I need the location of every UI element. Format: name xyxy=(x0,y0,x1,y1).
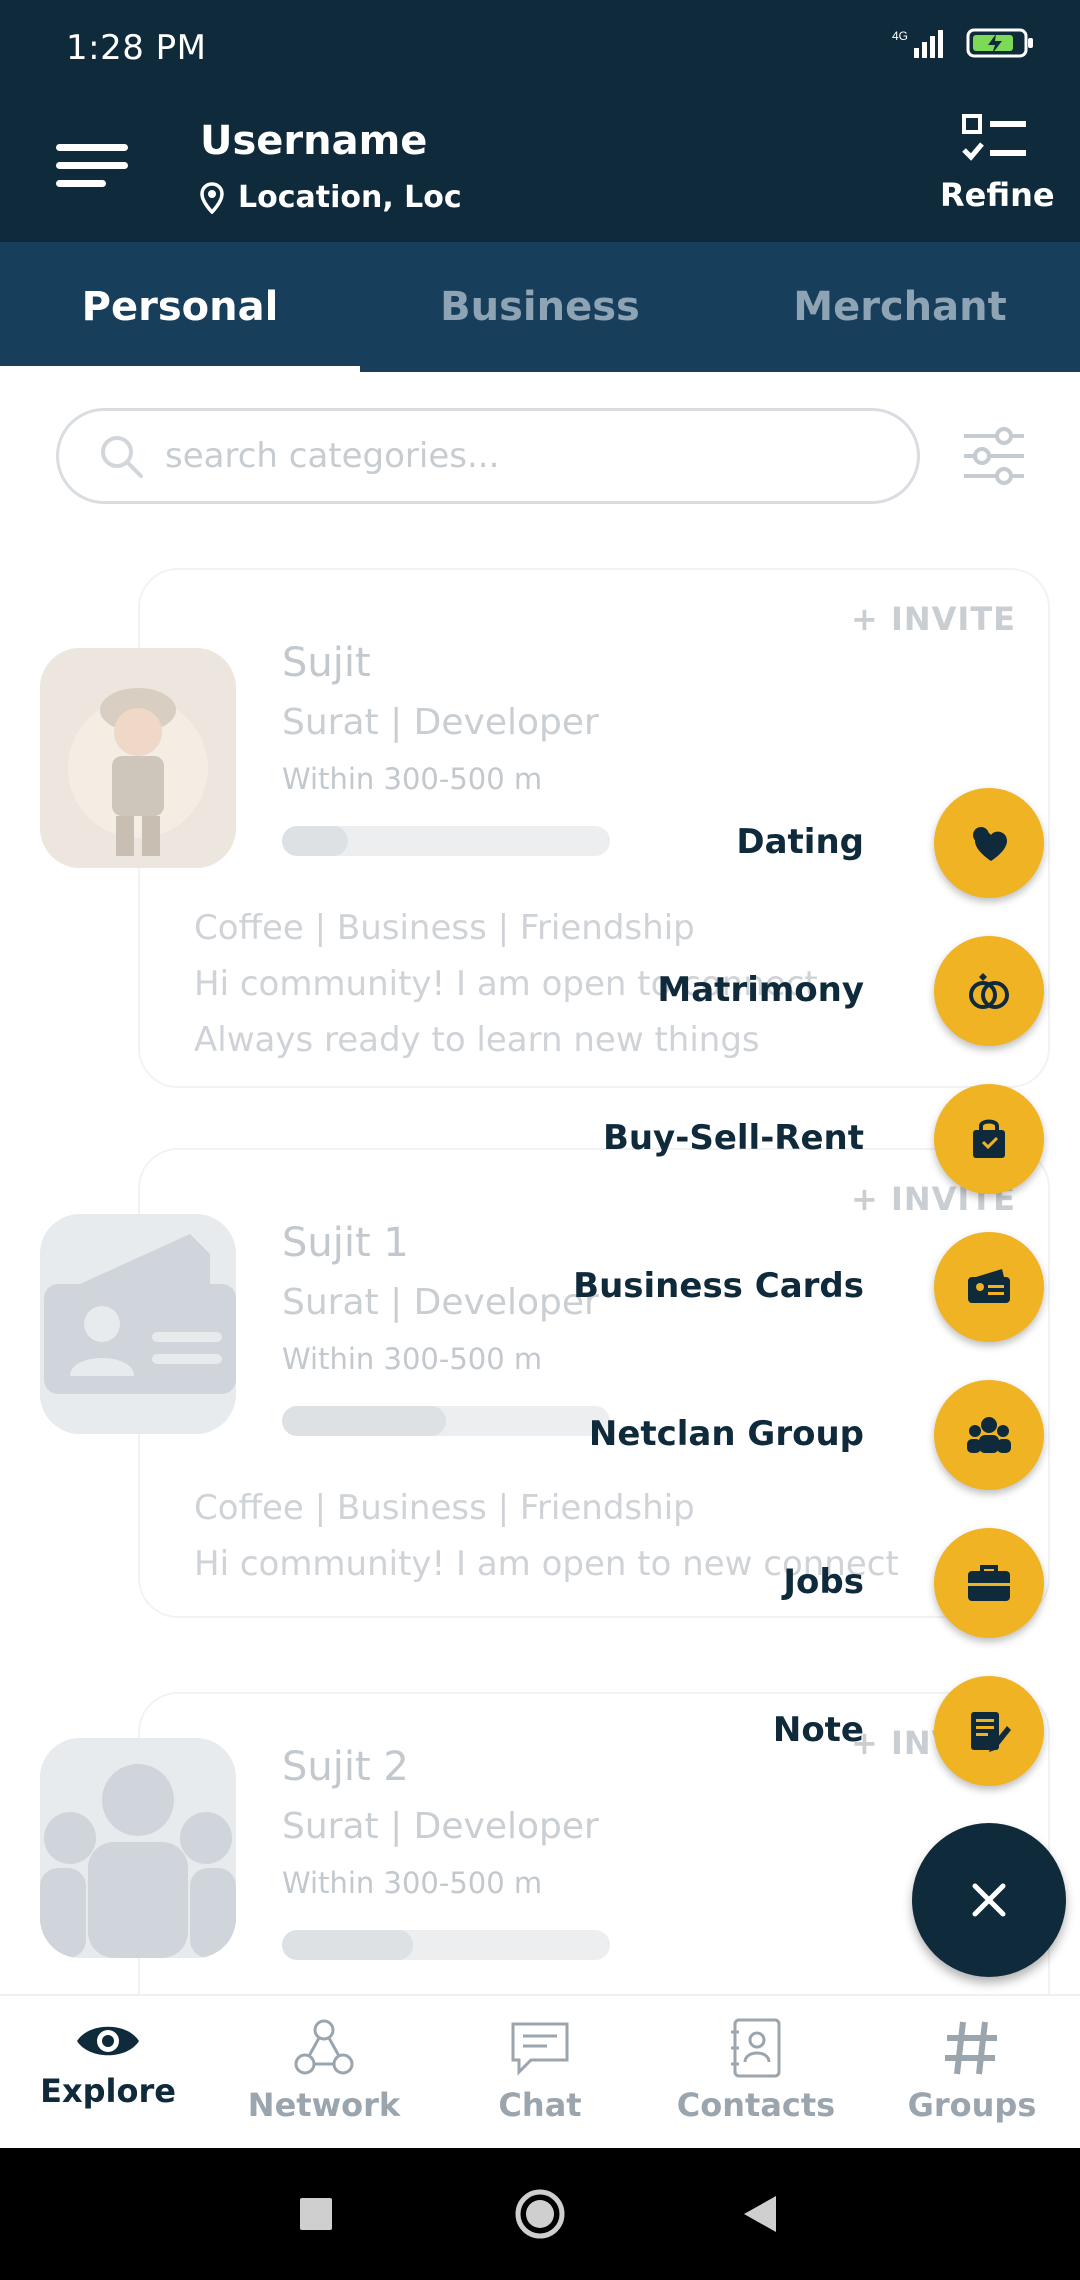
speed-dial-label-jobs[interactable]: Jobs xyxy=(783,1562,864,1602)
progress-bar xyxy=(282,826,610,856)
location-pin-icon xyxy=(200,181,224,214)
card-subtitle: Surat | Developer xyxy=(282,1282,599,1323)
card-subtitle: Surat | Developer xyxy=(282,702,599,743)
location: Location, Loc xyxy=(200,180,462,215)
recents-icon[interactable] xyxy=(296,2194,336,2234)
speed-dial-note[interactable] xyxy=(934,1676,1044,1786)
shopping-bag-icon xyxy=(973,1119,1005,1158)
nav-label: Network xyxy=(247,2086,401,2124)
status-icons: 4G xyxy=(892,26,1036,60)
speed-dial-matrimony[interactable] xyxy=(934,936,1044,1046)
avatar xyxy=(40,648,236,868)
close-speed-dial-button[interactable] xyxy=(912,1823,1066,1977)
checklist-icon xyxy=(962,114,1026,161)
business-card-icon xyxy=(968,1269,1010,1303)
hashtag-icon xyxy=(945,2021,997,2075)
card-distance: Within 300-500 m xyxy=(282,1866,543,1900)
sliders-icon xyxy=(964,427,1024,485)
card-bio-line: Always ready to learn new things xyxy=(194,1020,760,1060)
speed-dial-label-dating[interactable]: Dating xyxy=(736,822,864,862)
speed-dial-label-business-cards[interactable]: Business Cards xyxy=(573,1266,864,1306)
location-text: Location, Loc xyxy=(238,180,462,215)
nav-contacts[interactable]: Contacts xyxy=(648,1996,864,2148)
contacts-book-icon xyxy=(731,2018,781,2078)
battery-icon xyxy=(966,28,1033,58)
nav-network[interactable]: Network xyxy=(216,1996,432,2148)
nav-explore[interactable]: Explore xyxy=(0,1996,216,2148)
svg-text:4G: 4G xyxy=(892,29,908,43)
bottom-navigation: Explore Network Chat Contacts Groups xyxy=(0,1994,1080,2148)
card-name: Sujit 2 xyxy=(282,1744,409,1790)
back-icon[interactable] xyxy=(740,2192,780,2236)
card-name: Sujit xyxy=(282,640,371,686)
note-icon xyxy=(971,1712,1011,1752)
status-time: 1:28 PM xyxy=(66,28,207,68)
avatar xyxy=(40,1738,236,1958)
avatar xyxy=(40,1214,236,1434)
nav-label: Groups xyxy=(907,2086,1037,2124)
search-input[interactable]: search categories... xyxy=(56,408,920,504)
eye-icon xyxy=(77,2026,139,2056)
tab-business[interactable]: Business xyxy=(360,242,720,372)
group-placeholder-icon xyxy=(40,1738,236,1958)
business-card-placeholder-icon xyxy=(40,1214,236,1434)
group-icon xyxy=(967,1417,1011,1453)
rings-icon xyxy=(969,973,1009,1009)
card-interests: Coffee | Business | Friendship xyxy=(194,908,695,948)
speed-dial-label-note[interactable]: Note xyxy=(773,1710,864,1750)
profile-card[interactable]: + INVITE xyxy=(138,1692,1050,2032)
refine-label: Refine xyxy=(940,176,1055,214)
heart-chat-icon xyxy=(973,827,1007,861)
speed-dial-jobs[interactable] xyxy=(934,1528,1044,1638)
card-distance: Within 300-500 m xyxy=(282,762,543,796)
speed-dial-label-netclan-group[interactable]: Netclan Group xyxy=(589,1414,864,1454)
tab-merchant[interactable]: Merchant xyxy=(720,242,1080,372)
card-distance: Within 300-500 m xyxy=(282,1342,543,1376)
progress-bar xyxy=(282,1406,610,1436)
nav-label: Chat xyxy=(498,2086,582,2124)
card-name: Sujit 1 xyxy=(282,1220,409,1266)
chat-icon xyxy=(511,2022,569,2076)
doll-photo-icon xyxy=(40,648,236,868)
invite-button[interactable]: + INVITE xyxy=(851,600,1016,638)
tab-personal[interactable]: Personal xyxy=(0,242,360,372)
close-icon xyxy=(972,1883,1006,1917)
progress-fill xyxy=(282,826,348,856)
tab-bar: Personal Business Merchant xyxy=(0,242,1080,372)
nav-label: Contacts xyxy=(676,2086,836,2124)
card-subtitle: Surat | Developer xyxy=(282,1806,599,1847)
card-interests: Coffee | Business | Friendship xyxy=(194,1488,695,1528)
briefcase-icon xyxy=(968,1565,1010,1601)
filter-button[interactable] xyxy=(962,424,1026,488)
menu-icon xyxy=(56,144,128,187)
username: Username xyxy=(200,118,428,164)
speed-dial-business-cards[interactable] xyxy=(934,1232,1044,1342)
search-placeholder: search categories... xyxy=(165,436,500,476)
progress-fill xyxy=(282,1930,414,1960)
speed-dial-buy-sell-rent[interactable] xyxy=(934,1084,1044,1194)
nav-chat[interactable]: Chat xyxy=(432,1996,648,2148)
system-navigation-bar xyxy=(0,2148,1080,2280)
nav-groups[interactable]: Groups xyxy=(864,1996,1080,2148)
progress-bar xyxy=(282,1930,610,1960)
nav-label: Explore xyxy=(40,2072,176,2110)
speed-dial-netclan-group[interactable] xyxy=(934,1380,1044,1490)
menu-button[interactable] xyxy=(52,138,132,198)
app-header: Username Location, Loc Refine xyxy=(0,100,1080,242)
search-icon xyxy=(101,436,143,478)
network-icon xyxy=(294,2019,354,2075)
speed-dial-label-matrimony[interactable]: Matrimony xyxy=(657,970,864,1010)
speed-dial-label-buy-sell-rent[interactable]: Buy-Sell-Rent xyxy=(603,1118,864,1158)
refine-button[interactable]: Refine xyxy=(940,112,1055,214)
signal-icon: 4G xyxy=(892,29,943,58)
speed-dial-dating[interactable] xyxy=(934,788,1044,898)
progress-fill xyxy=(282,1406,446,1436)
home-icon[interactable] xyxy=(514,2188,566,2240)
status-bar: 1:28 PM 4G xyxy=(0,0,1080,100)
